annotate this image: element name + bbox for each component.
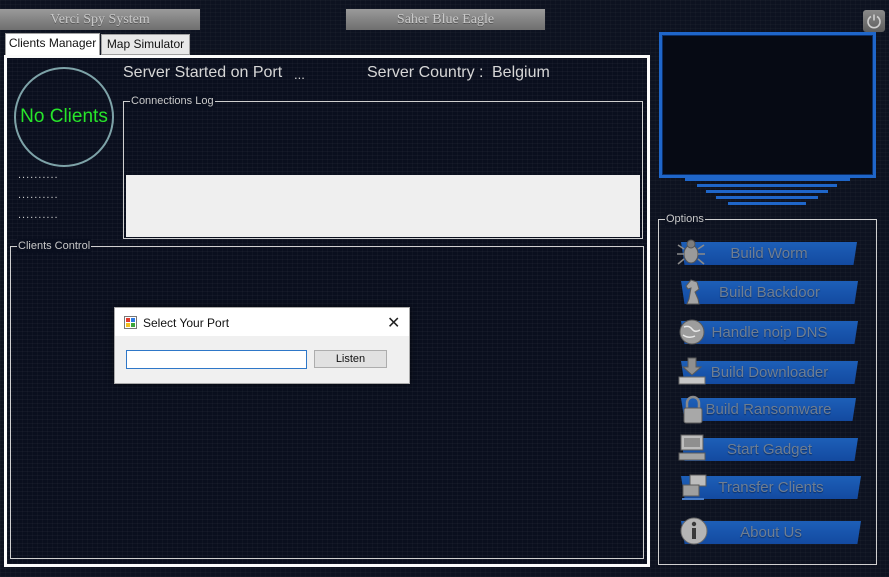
connections-log-group: Connections Log xyxy=(123,94,643,239)
close-icon[interactable]: ✕ xyxy=(387,313,400,333)
clients-status-text: No Clients xyxy=(20,106,108,127)
app-title-plaque: Verci Spy System xyxy=(0,9,200,30)
power-button[interactable] xyxy=(863,10,885,32)
bug-icon xyxy=(677,239,705,265)
computer-icon xyxy=(678,434,706,461)
app-subtitle-plaque: Saher Blue Eagle xyxy=(346,9,545,30)
tab-clients-manager[interactable]: Clients Manager xyxy=(5,33,100,56)
server-port-label: Server Started on Port xyxy=(123,64,283,81)
connections-log-list[interactable] xyxy=(126,175,640,237)
dialog-body: Listen xyxy=(115,336,409,383)
monitor-stand xyxy=(706,190,828,193)
build-worm-button[interactable]: Build Worm xyxy=(681,242,857,265)
options-label: Options xyxy=(665,212,705,226)
monitor-stand xyxy=(716,196,818,199)
handle-noip-dns-button[interactable]: Handle noip DNS xyxy=(681,321,858,344)
power-icon xyxy=(867,14,881,29)
globe-icon xyxy=(679,319,705,345)
network-transfer-icon xyxy=(682,474,707,500)
monitor-stand xyxy=(728,202,806,205)
clients-count-circle: No Clients xyxy=(14,67,114,167)
client-info-line: .......... xyxy=(18,189,59,201)
chess-knight-icon xyxy=(685,279,700,305)
monitor-screen xyxy=(662,35,873,175)
download-icon xyxy=(678,357,706,385)
monitor-stand xyxy=(685,178,850,181)
monitor-stand xyxy=(697,184,837,187)
server-country-value: Belgium xyxy=(492,64,550,81)
listen-button[interactable]: Listen xyxy=(314,350,387,368)
padlock-icon xyxy=(683,395,703,424)
build-downloader-button[interactable]: Build Downloader xyxy=(681,361,858,384)
window-app-icon xyxy=(124,316,137,329)
connections-log-label: Connections Log xyxy=(130,94,215,108)
client-info-line: .......... xyxy=(18,209,59,221)
clients-control-group: Clients Control xyxy=(10,239,644,559)
monitor-display xyxy=(659,32,876,178)
dialog-title: Select Your Port xyxy=(143,316,230,330)
port-input[interactable] xyxy=(126,350,307,369)
select-port-dialog: Select Your Port ✕ Listen xyxy=(114,307,410,384)
options-group: Options xyxy=(658,212,877,565)
start-gadget-button[interactable]: Start Gadget xyxy=(681,438,858,461)
tab-map-simulator[interactable]: Map Simulator xyxy=(101,34,190,55)
clients-control-label: Clients Control xyxy=(17,239,92,253)
server-country-label: Server Country : xyxy=(367,64,484,81)
client-info-line: .......... xyxy=(18,169,59,181)
info-icon xyxy=(680,517,708,545)
server-port-value: ... xyxy=(294,67,305,82)
